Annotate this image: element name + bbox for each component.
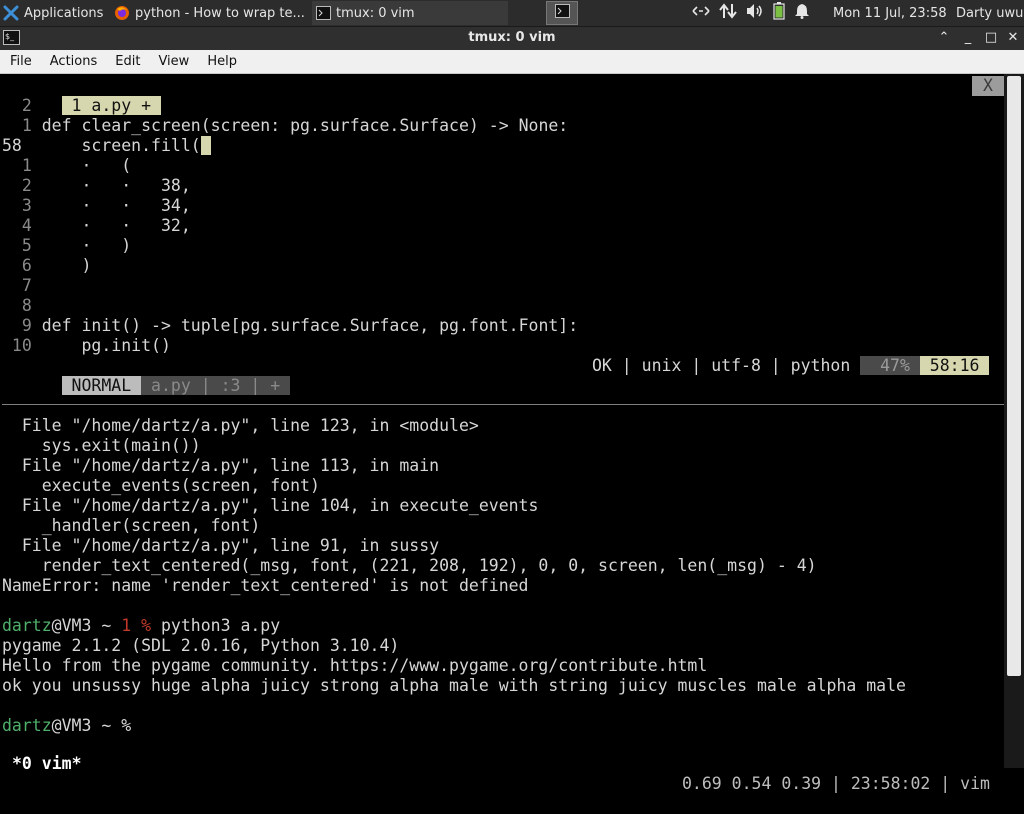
menu-view[interactable]: View (148, 54, 197, 69)
terminal-icon (316, 6, 331, 20)
transfer-icon[interactable] (719, 3, 737, 23)
system-tray (692, 0, 810, 26)
code-line: 1 def clear_screen(screen: pg.surface.Su… (2, 116, 569, 135)
taskbar-tmux[interactable]: tmux: 0 vim (312, 1, 508, 25)
traceback-line: File "/home/dartz/a.py", line 123, in <m… (2, 416, 479, 435)
vim-tab-close[interactable]: X (972, 76, 1004, 96)
terminal-screen[interactable]: 1 a.py + X 2 1 def clear_screen(screen: … (2, 74, 1004, 793)
code-line: 4 · · 32, (2, 216, 191, 235)
output-line: pygame 2.1.2 (SDL 2.0.16, Python 3.10.4) (2, 636, 400, 655)
traceback-line: render_text_centered(_msg, font, (221, 2… (2, 556, 817, 575)
code-line: 5 · ) (2, 236, 132, 255)
menu-help[interactable]: Help (197, 54, 245, 69)
user-menu[interactable]: Darty uwu (956, 0, 1024, 26)
code-line: 2 (2, 96, 32, 115)
menu-file[interactable]: File (0, 54, 40, 69)
vim-cursor (200, 136, 211, 155)
code-line: 7 (2, 276, 32, 295)
tmux-window-tab[interactable]: *0 vim* (12, 754, 82, 774)
taskbar-firefox[interactable]: python - How to wrap te... (110, 1, 310, 25)
menu-edit[interactable]: Edit (105, 54, 148, 69)
notification-bell-icon[interactable] (794, 3, 810, 23)
window-title: tmux: 0 vim (468, 30, 556, 45)
traceback-line: sys.exit(main()) (2, 436, 201, 455)
shade-button[interactable]: ⌃ (936, 30, 952, 46)
top-panel: Applications python - How to wrap te... … (0, 0, 1024, 27)
traceback-line: File "/home/dartz/a.py", line 91, in sus… (2, 536, 440, 555)
vim-status-file: a.py | :3 | + (141, 376, 291, 395)
tmux-pane-divider[interactable] (2, 404, 1004, 405)
error-message: NameError: name 'render_text_centered' i… (2, 576, 529, 595)
network-arrows-icon[interactable] (692, 4, 710, 22)
shell-prompt: dartz@VM3 ~ 1 % python3 a.py (2, 616, 281, 635)
output-line: ok you unsussy huge alpha juicy strong a… (2, 676, 906, 695)
taskbar-active-terminal[interactable] (546, 1, 578, 25)
traceback-line: execute_events(screen, font) (2, 476, 320, 495)
battery-icon[interactable] (773, 2, 785, 24)
shell-prompt-current[interactable]: dartz@VM3 ~ % (2, 716, 131, 736)
code-line-current: 58 screen.fill( (2, 136, 211, 156)
traceback-line: _handler(screen, font) (2, 516, 261, 535)
vim-tabline: 1 a.py + (2, 76, 161, 115)
applications-menu[interactable]: Applications (0, 1, 108, 25)
terminal-scrollbar[interactable] (1004, 74, 1024, 768)
volume-icon[interactable] (746, 3, 764, 23)
firefox-task-label: python - How to wrap te... (135, 5, 305, 21)
scrollbar-thumb[interactable] (1007, 76, 1021, 676)
code-line: 6 ) (2, 256, 92, 275)
minimize-button[interactable]: _ (960, 30, 976, 46)
tmux-task-label: tmux: 0 vim (336, 5, 415, 21)
applications-label: Applications (24, 5, 104, 21)
vim-status-info: OK | unix | utf-8 | python (592, 356, 861, 375)
vim-status-percent: 47% (860, 356, 920, 375)
maximize-button[interactable]: □ (983, 30, 999, 46)
code-line: 9 def init() -> tuple[pg.surface.Surface… (2, 316, 579, 335)
vim-mode: NORMAL (61, 376, 142, 395)
terminal-icon (554, 4, 570, 22)
shell-command: python3 a.py (160, 616, 281, 635)
code-line: 10 pg.init() (2, 336, 171, 355)
code-line: 3 · · 34, (2, 196, 191, 215)
vim-status-position: 58:16 (919, 356, 990, 375)
code-line: 2 · · 38, (2, 176, 191, 195)
code-line: 1 · ( (2, 156, 132, 175)
tmux-statusbar: *0 vim* 0.69 0.54 0.39 | 23:58:02 | vim (2, 734, 1004, 793)
traceback-line: File "/home/dartz/a.py", line 104, in ex… (2, 496, 539, 515)
traceback-line: File "/home/dartz/a.py", line 113, in ma… (2, 456, 440, 475)
firefox-icon (114, 5, 130, 21)
terminal-area[interactable]: 1 a.py + X 2 1 def clear_screen(screen: … (0, 74, 1024, 793)
code-line: 8 (2, 296, 32, 315)
tmux-status-right: 0.69 0.54 0.39 | 23:58:02 | vim (682, 774, 990, 793)
vim-tab[interactable]: 1 a.py + (61, 96, 161, 115)
xfce-logo-icon (3, 5, 19, 21)
menu-actions[interactable]: Actions (40, 54, 106, 69)
menu-bar: File Actions Edit View Help (0, 50, 1024, 74)
vim-status-right: OK | unix | utf-8 | python 47% 58:16 (592, 356, 990, 376)
panel-clock[interactable]: Mon 11 Jul, 23:58 (833, 0, 947, 26)
window-titlebar[interactable]: $_ tmux: 0 vim ⌃ _ □ ✕ (0, 27, 1024, 50)
output-line: Hello from the pygame community. https:/… (2, 656, 708, 675)
close-button[interactable]: ✕ (1005, 30, 1021, 46)
